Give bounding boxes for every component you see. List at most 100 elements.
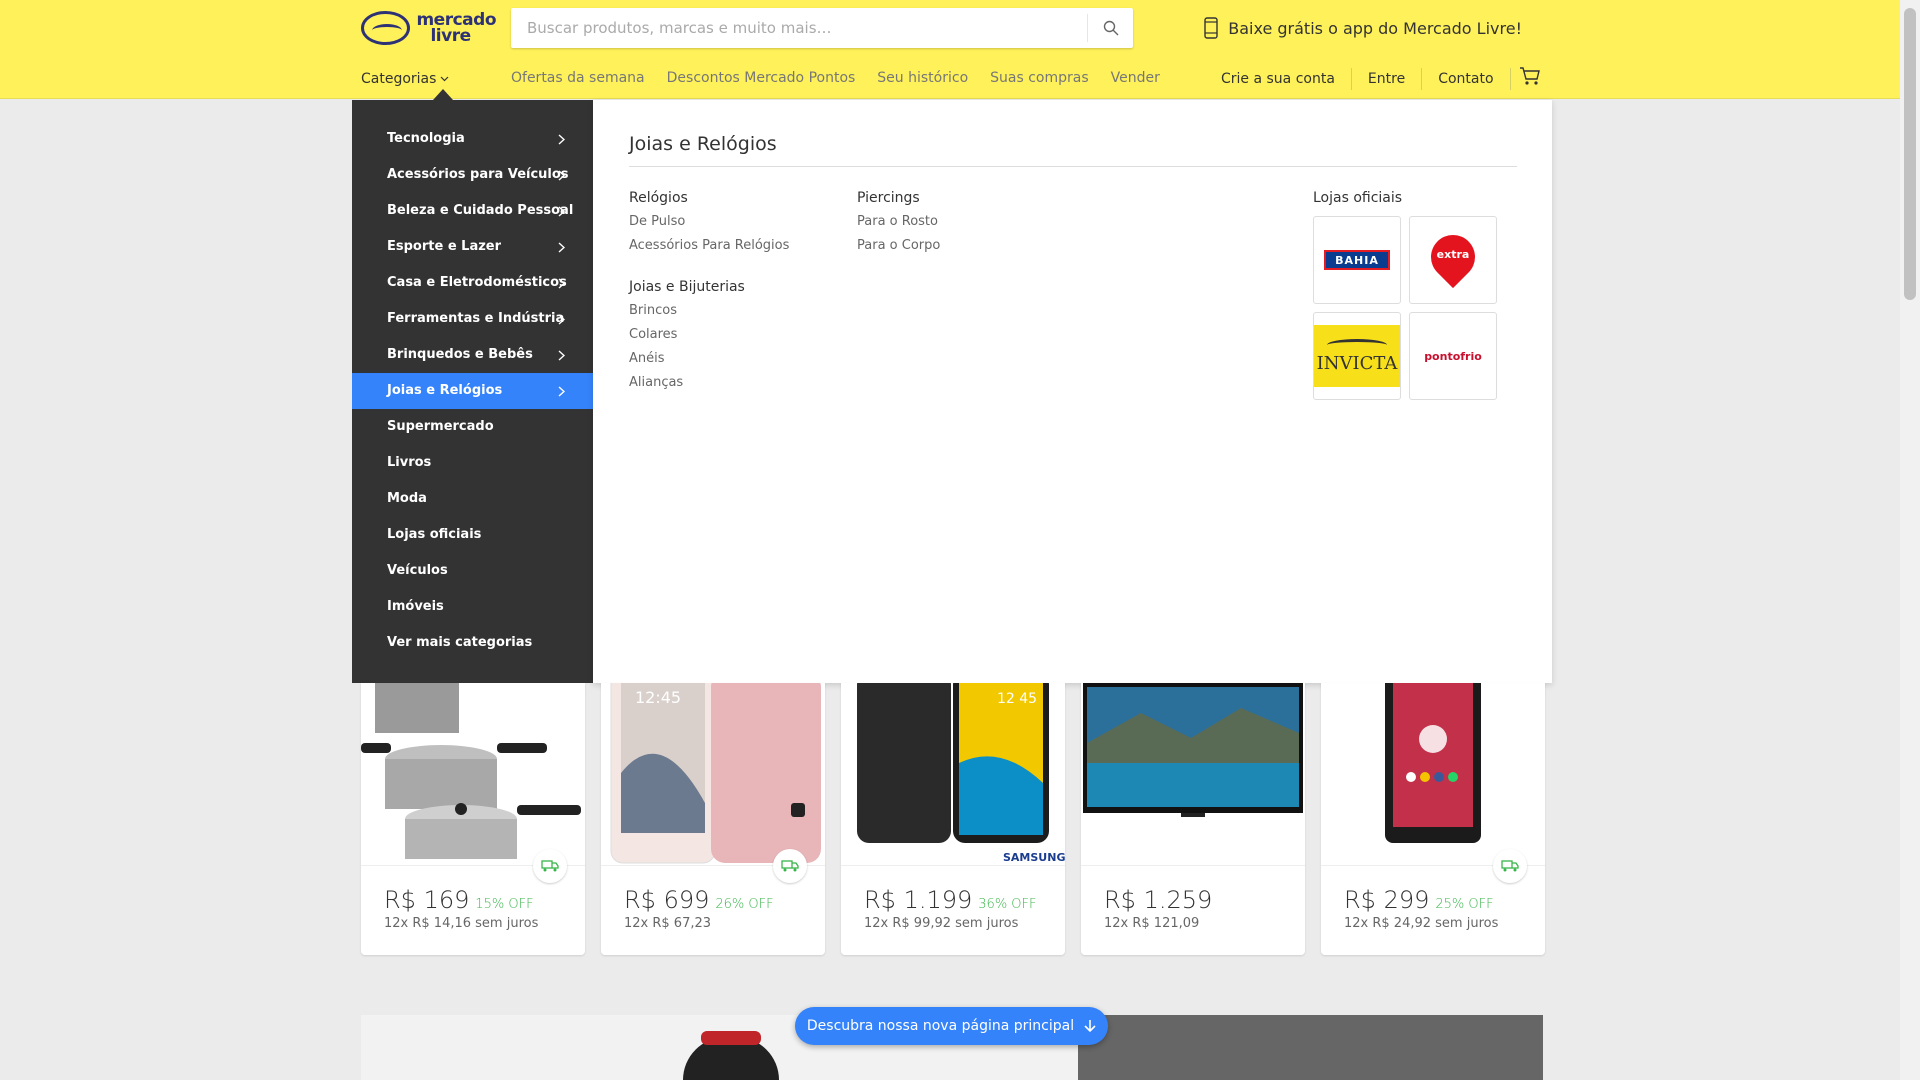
menu-item-casa[interactable]: Casa e Eletrodomésticos	[352, 265, 593, 301]
link-aliancas[interactable]: Alianças	[629, 375, 789, 390]
categories-text: Categorias	[361, 71, 437, 87]
search-bar	[511, 8, 1133, 48]
search-button[interactable]	[1087, 14, 1133, 42]
phone-icon	[1204, 17, 1218, 39]
menu-item-label: Veículos	[387, 563, 448, 578]
link-para-o-corpo[interactable]: Para o Corpo	[857, 238, 940, 253]
login-link[interactable]: Entre	[1368, 71, 1405, 87]
link-colares[interactable]: Colares	[629, 327, 789, 342]
chevron-right-icon	[558, 134, 565, 145]
wings-shape	[1327, 338, 1387, 351]
product-card[interactable]: R$ 299 25% OFF 12x R$ 24,92 sem juros	[1321, 683, 1545, 955]
link-para-o-rosto[interactable]: Para o Rosto	[857, 214, 940, 229]
link-acessorios-relogios[interactable]: Acessórios Para Relógios	[629, 238, 789, 253]
nav-link-compras[interactable]: Suas compras	[990, 70, 1089, 86]
menu-item-brinquedos[interactable]: Brinquedos e Bebês	[352, 337, 593, 373]
menu-item-ferramentas[interactable]: Ferramentas e Indústria	[352, 301, 593, 337]
menu-item-beleza[interactable]: Beleza e Cuidado Pessoal	[352, 193, 593, 229]
product-card[interactable]: R$ 169 15% OFF 12x R$ 14,16 sem juros	[361, 683, 585, 955]
panel-title: Joias e Relógios	[629, 133, 777, 155]
create-account-link[interactable]: Crie a sua conta	[1221, 71, 1335, 87]
discount-badge: 36% OFF	[978, 897, 1037, 912]
menu-item-supermercado[interactable]: Supermercado	[352, 409, 593, 445]
menu-item-imoveis[interactable]: Imóveis	[352, 589, 593, 625]
chevron-right-icon	[558, 314, 565, 325]
menu-item-esporte[interactable]: Esporte e Lazer	[352, 229, 593, 265]
contact-link[interactable]: Contato	[1438, 71, 1493, 87]
chevron-right-icon	[558, 386, 565, 397]
chevron-right-icon	[558, 170, 565, 181]
categories-menu-button[interactable]: Categorias	[361, 68, 449, 90]
menu-item-label: Supermercado	[387, 419, 494, 434]
store-extra[interactable]: extra	[1409, 216, 1497, 304]
truck-icon	[781, 860, 799, 872]
product-price: R$ 1.199 36% OFF	[864, 886, 1037, 914]
store-invicta[interactable]: INVICTA	[1313, 312, 1401, 400]
menu-item-label: Acessórios para Veículos	[387, 167, 569, 182]
handshake-icon	[361, 11, 411, 45]
nav-link-ofertas[interactable]: Ofertas da semana	[511, 70, 645, 86]
casas-bahia-logo: BAHIA	[1324, 250, 1390, 270]
link-de-pulso[interactable]: De Pulso	[629, 214, 789, 229]
product-image-phone-black: 12 45 SAMSUNG	[841, 683, 1065, 865]
account-links: Crie a sua conta Entre Contato	[1221, 68, 1527, 90]
nav-link-descontos[interactable]: Descontos Mercado Pontos	[667, 70, 856, 86]
product-image-phone-pink: 12:45	[601, 683, 825, 865]
nav-link-vender[interactable]: Vender	[1111, 70, 1160, 86]
menu-item-moda[interactable]: Moda	[352, 481, 593, 517]
product-price: R$ 1.259	[1104, 886, 1218, 914]
pontofrio-logo: pontofrio	[1424, 349, 1482, 363]
divider	[1081, 865, 1305, 866]
nav-links: Ofertas da semana Descontos Mercado Pont…	[511, 70, 1182, 86]
group-title-joias-bijuterias[interactable]: Joias e Bijuterias	[629, 279, 789, 295]
new-homepage-button[interactable]: Descubra nossa nova página principal	[795, 1007, 1108, 1045]
menu-item-tecnologia[interactable]: Tecnologia	[352, 121, 593, 157]
chevron-right-icon	[558, 278, 565, 289]
product-price: R$ 299 25% OFF	[1344, 886, 1494, 914]
discount-badge: 26% OFF	[715, 897, 774, 912]
product-card[interactable]: R$ 1.259 12x R$ 121,09	[1081, 683, 1305, 955]
menu-item-label: Beleza e Cuidado Pessoal	[387, 203, 574, 218]
menu-item-label: Imóveis	[387, 599, 444, 614]
divider	[629, 166, 1517, 167]
installments: 12x R$ 99,92 sem juros	[864, 916, 1019, 931]
price-value: R$ 1.199	[864, 886, 973, 914]
menu-item-ver-mais[interactable]: Ver mais categorias	[352, 625, 593, 661]
product-card[interactable]: 12:45 R$ 699 26% OFF 12x R$ 67,23	[601, 683, 825, 955]
group-title-relogios[interactable]: Relógios	[629, 190, 789, 206]
invicta-logo-text: INVICTA	[1316, 352, 1398, 374]
search-input[interactable]	[511, 8, 1085, 48]
store-casas-bahia[interactable]: BAHIA	[1313, 216, 1401, 304]
subcategory-panel: Joias e Relógios Relógios De Pulso Acess…	[593, 100, 1552, 683]
categories-dropdown: Tecnologia Acessórios para Veículos Bele…	[352, 100, 593, 683]
product-card[interactable]: 12 45 SAMSUNG R$ 1.199 36% OFF 12x R$ 99,…	[841, 683, 1065, 955]
menu-item-acessorios-veiculos[interactable]: Acessórios para Veículos	[352, 157, 593, 193]
cart-button[interactable]	[1519, 66, 1541, 90]
price-value: R$ 169	[384, 886, 470, 914]
nav-link-historico[interactable]: Seu histórico	[877, 70, 968, 86]
menu-item-livros[interactable]: Livros	[352, 445, 593, 481]
search-icon	[1103, 20, 1118, 36]
app-promo-link[interactable]: Baixe grátis o app do Mercado Livre!	[1204, 16, 1522, 40]
arrow-down-icon	[1084, 1020, 1096, 1033]
installments: 12x R$ 14,16 sem juros	[384, 916, 539, 931]
store-pontofrio[interactable]: pontofrio	[1409, 312, 1497, 400]
link-aneis[interactable]: Anéis	[629, 351, 789, 366]
app-promo-label: Baixe grátis o app do Mercado Livre!	[1228, 18, 1522, 38]
divider	[1509, 68, 1511, 90]
menu-item-joias[interactable]: Joias e Relógios	[352, 373, 593, 409]
product-price: R$ 699 26% OFF	[624, 886, 774, 914]
discount-badge: 15% OFF	[475, 897, 534, 912]
menu-item-label: Joias e Relógios	[387, 383, 503, 398]
group-title-piercings[interactable]: Piercings	[857, 190, 940, 206]
menu-item-lojas-oficiais[interactable]: Lojas oficiais	[352, 517, 593, 553]
phone-clock-text: 12 45	[997, 691, 1037, 707]
link-brincos[interactable]: Brincos	[629, 303, 789, 318]
installments: 12x R$ 121,09	[1104, 916, 1200, 931]
scrollbar[interactable]	[1900, 0, 1920, 1080]
installments: 12x R$ 67,23	[624, 916, 712, 931]
mercado-livre-logo[interactable]: mercado livre	[361, 10, 496, 46]
scrollbar-thumb[interactable]	[1904, 8, 1916, 300]
menu-item-veiculos[interactable]: Veículos	[352, 553, 593, 589]
menu-item-label: Moda	[387, 491, 427, 506]
